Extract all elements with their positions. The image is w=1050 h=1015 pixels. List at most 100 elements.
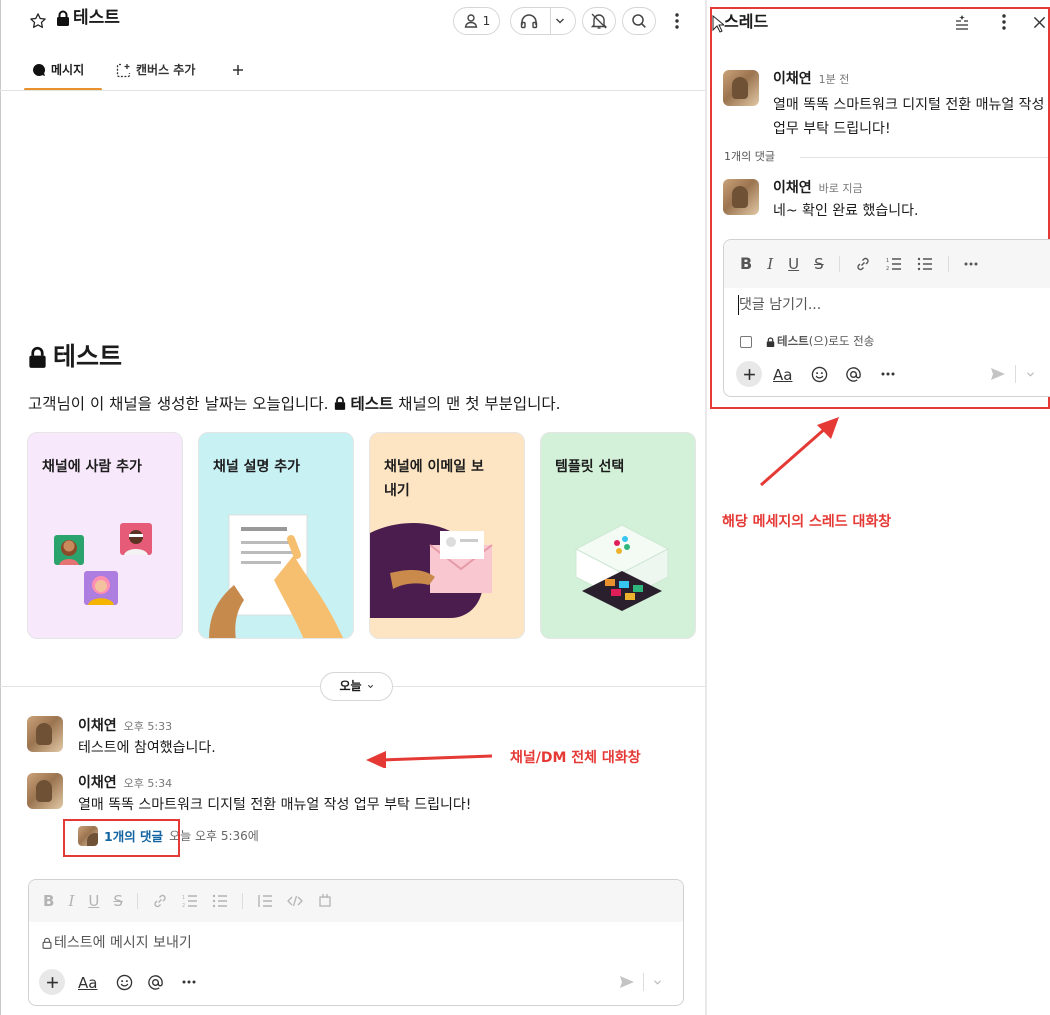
- avatar[interactable]: [27, 716, 63, 752]
- pane-divider: [705, 0, 707, 1015]
- emoji-icon[interactable]: [114, 972, 134, 992]
- more-horizontal-icon[interactable]: [179, 972, 199, 992]
- avatar[interactable]: [723, 70, 759, 106]
- code-block-icon[interactable]: [317, 893, 333, 909]
- card-title: 채널 설명 추가: [213, 459, 301, 475]
- bold-icon[interactable]: B: [43, 892, 54, 910]
- plus-icon[interactable]: [229, 61, 247, 79]
- intro-channel-link[interactable]: 테스트: [351, 392, 394, 414]
- strikethrough-icon[interactable]: S: [814, 255, 824, 273]
- search-button[interactable]: [622, 7, 656, 35]
- notification-button[interactable]: [582, 7, 616, 35]
- thread-list-icon[interactable]: [951, 11, 973, 33]
- message-timestamp[interactable]: 오후 5:33: [124, 720, 172, 733]
- bullet-list-icon[interactable]: [917, 257, 933, 271]
- send-icon[interactable]: [617, 973, 637, 991]
- code-icon[interactable]: [286, 894, 303, 908]
- window-border: [0, 0, 1, 1015]
- chevron-down-icon[interactable]: [1022, 366, 1038, 382]
- headphones-icon: [520, 13, 538, 29]
- message-timestamp[interactable]: 바로 지금: [819, 182, 863, 195]
- channel-title[interactable]: 테스트: [56, 8, 120, 28]
- bell-off-icon: [590, 12, 608, 30]
- template-illustration: [567, 519, 677, 619]
- message-timestamp[interactable]: 오후 5:34: [124, 777, 172, 790]
- card-add-people[interactable]: 채널에 사람 추가: [27, 432, 183, 639]
- mention-icon[interactable]: [145, 972, 165, 992]
- mention-icon[interactable]: [843, 364, 863, 384]
- annotation-arrow-channel: [366, 748, 496, 768]
- tab-label: 캔버스 추가: [136, 63, 196, 78]
- text-format-button[interactable]: Aa: [78, 974, 97, 992]
- star-icon[interactable]: [27, 10, 49, 32]
- more-vertical-icon[interactable]: [667, 10, 687, 32]
- annotation-thread-label: 해당 메세지의 스레드 대화창: [722, 514, 892, 530]
- more-horizontal-icon[interactable]: [964, 262, 978, 266]
- blockquote-icon[interactable]: [257, 894, 273, 908]
- bold-icon[interactable]: B: [740, 254, 752, 273]
- formatting-buttons: B I U S 12: [740, 254, 978, 273]
- ordered-list-icon[interactable]: 12: [182, 894, 198, 908]
- send-icon[interactable]: [988, 365, 1008, 383]
- message-bubble-icon: [32, 63, 46, 77]
- card-title: 템플릿 선택: [555, 459, 625, 475]
- card-select-template[interactable]: 템플릿 선택: [540, 432, 696, 639]
- more-vertical-icon[interactable]: [994, 11, 1014, 33]
- bullet-list-icon[interactable]: [212, 894, 228, 908]
- annotation-arrow-thread: [755, 415, 845, 490]
- strikethrough-icon[interactable]: S: [113, 892, 123, 910]
- reply-divider-line: [800, 157, 1048, 158]
- intro-text-suffix: 채널의 맨 첫 부분입니다.: [398, 395, 561, 413]
- card-send-email[interactable]: 채널에 이메일 보내기: [369, 432, 525, 639]
- message-author[interactable]: 이채연: [773, 71, 812, 88]
- reply-input[interactable]: 댓글 남기기...: [739, 297, 821, 314]
- tab-messages[interactable]: 메시지: [32, 63, 84, 77]
- close-icon[interactable]: [1030, 12, 1048, 32]
- message-composer[interactable]: B I U S 12 테스트에 메시지 보내기 Aa: [28, 879, 684, 1006]
- message-author[interactable]: 이채연: [78, 775, 117, 792]
- ordered-list-icon[interactable]: 12: [886, 257, 902, 271]
- message-timestamp[interactable]: 1분 전: [819, 73, 850, 86]
- chevron-down-icon[interactable]: [649, 974, 665, 990]
- svg-text:1: 1: [886, 258, 889, 264]
- also-send-channel-name: 테스트: [777, 334, 809, 348]
- members-button[interactable]: 1: [453, 7, 500, 35]
- message-text: 열매 똑똑 스마트워크 디지털 전환 매뉴얼 작성 업무 부탁 드립니다!: [78, 797, 472, 813]
- tab-add-canvas[interactable]: 캔버스 추가: [116, 63, 195, 78]
- message-header: 이채연 1분 전: [773, 71, 849, 88]
- annotation-channel-label: 채널/DM 전체 대화창: [510, 750, 641, 766]
- intro-description: 고객님이 이 채널을 생성한 날짜는 오늘입니다. 테스트 채널의 맨 첫 부분…: [28, 392, 561, 414]
- highlight-box: [63, 819, 180, 857]
- reply-composer[interactable]: B I U S 12 댓글 남기기... 테스트(으)로도 전송 Aa: [723, 239, 1050, 397]
- link-icon[interactable]: [855, 256, 871, 272]
- card-add-description[interactable]: 채널 설명 추가: [198, 432, 354, 639]
- huddle-button[interactable]: [510, 7, 576, 35]
- intro-text-prefix: 고객님이 이 채널을 생성한 날짜는 오늘입니다.: [28, 395, 329, 413]
- add-attachment-button[interactable]: [736, 361, 762, 387]
- italic-icon[interactable]: I: [68, 892, 74, 910]
- avatar[interactable]: [723, 179, 759, 215]
- date-divider-pill[interactable]: 오늘: [320, 672, 393, 701]
- more-horizontal-icon[interactable]: [878, 364, 898, 384]
- avatar[interactable]: [27, 773, 63, 809]
- underline-icon[interactable]: U: [88, 892, 99, 910]
- checkbox[interactable]: [740, 335, 752, 348]
- message-author[interactable]: 이채연: [773, 180, 812, 197]
- emoji-icon[interactable]: [809, 364, 829, 384]
- text-format-button[interactable]: Aa: [773, 366, 792, 384]
- message-author[interactable]: 이채연: [78, 718, 117, 735]
- link-icon[interactable]: [152, 893, 168, 909]
- person-icon: [463, 13, 479, 29]
- add-attachment-button[interactable]: [39, 969, 65, 995]
- composer-placeholder[interactable]: 테스트에 메시지 보내기: [42, 935, 192, 952]
- message-header: 이채연 오후 5:34: [78, 775, 172, 792]
- formatting-buttons: B I U S 12: [43, 892, 333, 910]
- also-send-to-channel[interactable]: 테스트(으)로도 전송: [740, 334, 874, 349]
- intro-channel-name: 테스트: [53, 342, 123, 371]
- italic-icon[interactable]: I: [767, 255, 773, 273]
- document-illustration: [199, 505, 353, 638]
- plus-icon: [743, 368, 756, 381]
- underline-icon[interactable]: U: [788, 255, 799, 273]
- message-text: 네~ 확인 완료 했습니다.: [773, 203, 919, 219]
- chevron-down-icon[interactable]: [555, 17, 565, 25]
